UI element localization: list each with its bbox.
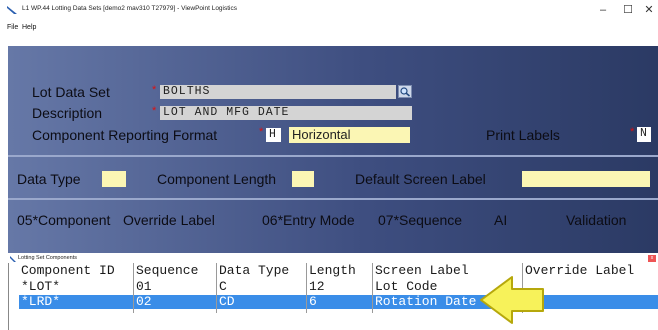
subwindow-title: Lotting Set Components xyxy=(18,255,78,261)
description-required-mark: * xyxy=(152,105,157,117)
print-labels-required-mark: * xyxy=(630,126,635,138)
data-type-input[interactable] xyxy=(102,171,126,187)
table-row-selected[interactable]: *LRD* 02 CD 6 Rotation Date xyxy=(19,295,658,309)
default-screen-label-label: Default Screen Label xyxy=(355,171,486,187)
override-label-column-label: Override Label xyxy=(123,212,215,228)
menu-bar: File Help xyxy=(0,22,658,36)
default-screen-label-input[interactable] xyxy=(522,171,650,187)
cell-component-id: *LOT* xyxy=(21,279,61,294)
cell-sequence: 02 xyxy=(136,294,152,309)
section-divider xyxy=(8,198,658,200)
lot-data-set-required-mark: * xyxy=(152,84,157,96)
grid-header-row: Component ID Sequence Data Type Length S… xyxy=(19,263,658,278)
component-length-input[interactable] xyxy=(292,171,314,187)
column-divider xyxy=(133,263,134,313)
reporting-format-required-mark: * xyxy=(259,126,264,138)
cell-length: 6 xyxy=(309,294,317,309)
components-grid: Component ID Sequence Data Type Length S… xyxy=(8,263,658,330)
table-row[interactable]: *LOT* 01 C 12 Lot Code xyxy=(19,280,658,294)
print-labels-input[interactable]: N xyxy=(637,127,651,142)
cell-screen-label: Lot Code xyxy=(375,279,438,294)
column-divider xyxy=(372,263,373,313)
cell-data-type: CD xyxy=(219,294,235,309)
component-column-label: 05*Component xyxy=(17,212,111,228)
ai-column-label: AI xyxy=(494,212,508,228)
grid-header-data-type[interactable]: Data Type xyxy=(219,264,289,278)
magnifier-icon xyxy=(400,87,411,97)
print-labels-label: Print Labels xyxy=(486,127,560,143)
subwindow-close-button[interactable]: x xyxy=(648,255,656,262)
grid-header-screen-label[interactable]: Screen Label xyxy=(375,264,469,278)
app-icon xyxy=(7,6,17,14)
minimize-button[interactable]: – xyxy=(594,2,612,18)
description-label: Description xyxy=(32,105,103,121)
description-input[interactable]: LOT AND MFG DATE xyxy=(160,106,412,120)
lot-data-set-label: Lot Data Set xyxy=(32,84,110,100)
sequence-column-label: 07*Sequence xyxy=(378,212,463,228)
maximize-button[interactable]: ☐ xyxy=(619,2,637,18)
cell-data-type: C xyxy=(219,279,227,294)
data-type-label: Data Type xyxy=(17,171,81,187)
section-divider xyxy=(8,155,658,157)
menu-item-file[interactable]: File xyxy=(7,24,18,31)
lot-data-set-input[interactable]: BOLTHS xyxy=(160,85,396,99)
subwindow-title-bar: Lotting Set Components x xyxy=(8,255,658,263)
cell-sequence: 01 xyxy=(136,279,152,294)
grid-header-component-id[interactable]: Component ID xyxy=(21,264,115,278)
window-title-bar: L1 WP.44 Lotting Data Sets [demo2 mav310… xyxy=(0,0,658,22)
menu-item-help[interactable]: Help xyxy=(22,24,36,31)
grid-header-length[interactable]: Length xyxy=(309,264,356,278)
arrow-left-icon xyxy=(480,276,544,324)
window-title: L1 WP.44 Lotting Data Sets [demo2 mav310… xyxy=(22,5,237,12)
app-icon xyxy=(10,256,16,262)
cell-screen-label: Rotation Date xyxy=(375,294,477,309)
close-button[interactable]: ✕ xyxy=(640,2,658,18)
lot-data-set-lookup-button[interactable] xyxy=(398,85,412,98)
column-divider xyxy=(216,263,217,313)
reporting-format-code-input[interactable]: H xyxy=(266,128,281,142)
reporting-format-description: Horizontal xyxy=(289,127,410,143)
cell-length: 12 xyxy=(309,279,325,294)
component-length-label: Component Length xyxy=(157,171,277,187)
component-reporting-format-label: Component Reporting Format xyxy=(32,127,218,143)
entry-mode-column-label: 06*Entry Mode xyxy=(262,212,355,228)
validation-column-label: Validation xyxy=(566,212,627,228)
cell-component-id: *LRD* xyxy=(21,294,61,309)
grid-header-sequence[interactable]: Sequence xyxy=(136,264,198,278)
column-divider xyxy=(306,263,307,313)
